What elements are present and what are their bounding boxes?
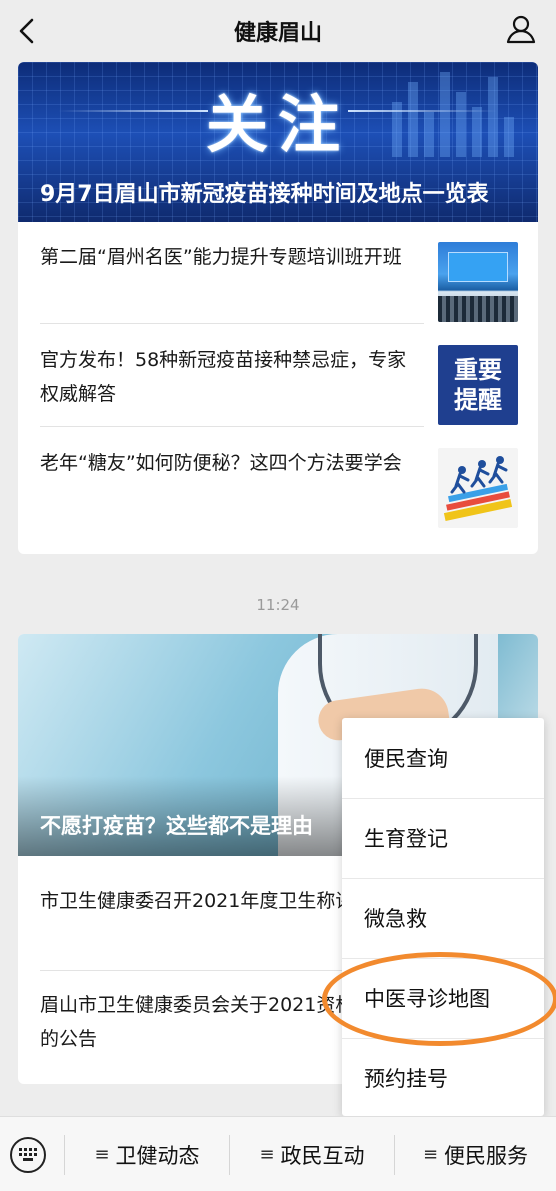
menu-lines-icon: ≡ xyxy=(94,1144,110,1165)
article-title: 老年“糖友”如何防便秘？这四个方法要学会 xyxy=(40,452,402,474)
menu-item-convenience-query[interactable]: 便民查询 xyxy=(342,718,544,798)
menu-item-micro-first-aid[interactable]: 微急救 xyxy=(342,878,544,958)
menu-button-health-news[interactable]: ≡ 卫健动态 xyxy=(65,1117,229,1191)
user-profile-icon[interactable] xyxy=(504,12,538,46)
menu-button-label: 政民互动 xyxy=(280,1143,365,1168)
message-timestamp: 11:24 xyxy=(256,596,300,614)
menu-button-public-interaction[interactable]: ≡ 政民互动 xyxy=(230,1117,394,1191)
cover-article-banner[interactable]: 关注 9月7日眉山市新冠疫苗接种时间及地点一览表 xyxy=(18,62,538,222)
cover-article-title: 9月7日眉山市新冠疫苗接种时间及地点一览表 xyxy=(40,182,489,207)
thumbnail-alert-text: 重要提醒 xyxy=(454,356,502,414)
meeting-audience-graphic xyxy=(438,296,518,322)
item-divider xyxy=(40,426,424,427)
article-thumbnail: 重要提醒 xyxy=(438,345,518,425)
item-divider xyxy=(40,323,424,324)
menu-lines-icon: ≡ xyxy=(259,1144,275,1165)
submenu-popup: 便民查询 生育登记 微急救 中医寻诊地图 预约挂号 xyxy=(342,718,544,1116)
page-title: 健康眉山 xyxy=(233,21,322,46)
keyboard-icon[interactable] xyxy=(10,1137,46,1173)
article-list-item[interactable]: 第二届“眉州名医”能力提升专题培训班开班 xyxy=(40,222,518,324)
article-list-item[interactable]: 官方发布！58种新冠疫苗接种禁忌症，专家权威解答 重要提醒 xyxy=(40,325,518,427)
menu-button-label: 便民服务 xyxy=(444,1143,529,1168)
article-thumbnail xyxy=(438,448,518,528)
article-title: 官方发布！58种新冠疫苗接种禁忌症，专家权威解答 xyxy=(40,349,407,405)
menu-button-label: 卫健动态 xyxy=(115,1143,200,1168)
article-thumbnail xyxy=(438,242,518,322)
article-card-1: 关注 9月7日眉山市新冠疫苗接种时间及地点一览表 第二届“眉州名医”能力提升专题… xyxy=(18,62,538,554)
menu-lines-icon: ≡ xyxy=(422,1144,439,1165)
menu-item-birth-registration[interactable]: 生育登记 xyxy=(342,798,544,878)
bottom-menu-bar: ≡ 卫健动态 ≡ 政民互动 ≡ 便民服务 xyxy=(0,1116,556,1191)
meeting-screen-graphic xyxy=(448,252,508,282)
article-list-item[interactable]: 老年“糖友”如何防便秘？这四个方法要学会 xyxy=(40,428,518,530)
menu-item-appointment-registration[interactable]: 预约挂号 xyxy=(342,1038,544,1118)
article-title: 第二届“眉州名医”能力提升专题培训班开班 xyxy=(40,246,402,268)
menu-button-convenience-services[interactable]: ≡ 便民服务 xyxy=(395,1117,556,1191)
menu-item-tcm-clinic-map[interactable]: 中医寻诊地图 xyxy=(342,958,544,1038)
running-figures-graphic xyxy=(443,456,513,521)
banner-focus-title: 关注 xyxy=(205,88,350,161)
back-arrow-icon[interactable] xyxy=(12,14,46,48)
cover-article-title: 不愿打疫苗？这些都不是理由 xyxy=(40,814,313,838)
header-bar: 健康眉山 xyxy=(0,0,556,62)
